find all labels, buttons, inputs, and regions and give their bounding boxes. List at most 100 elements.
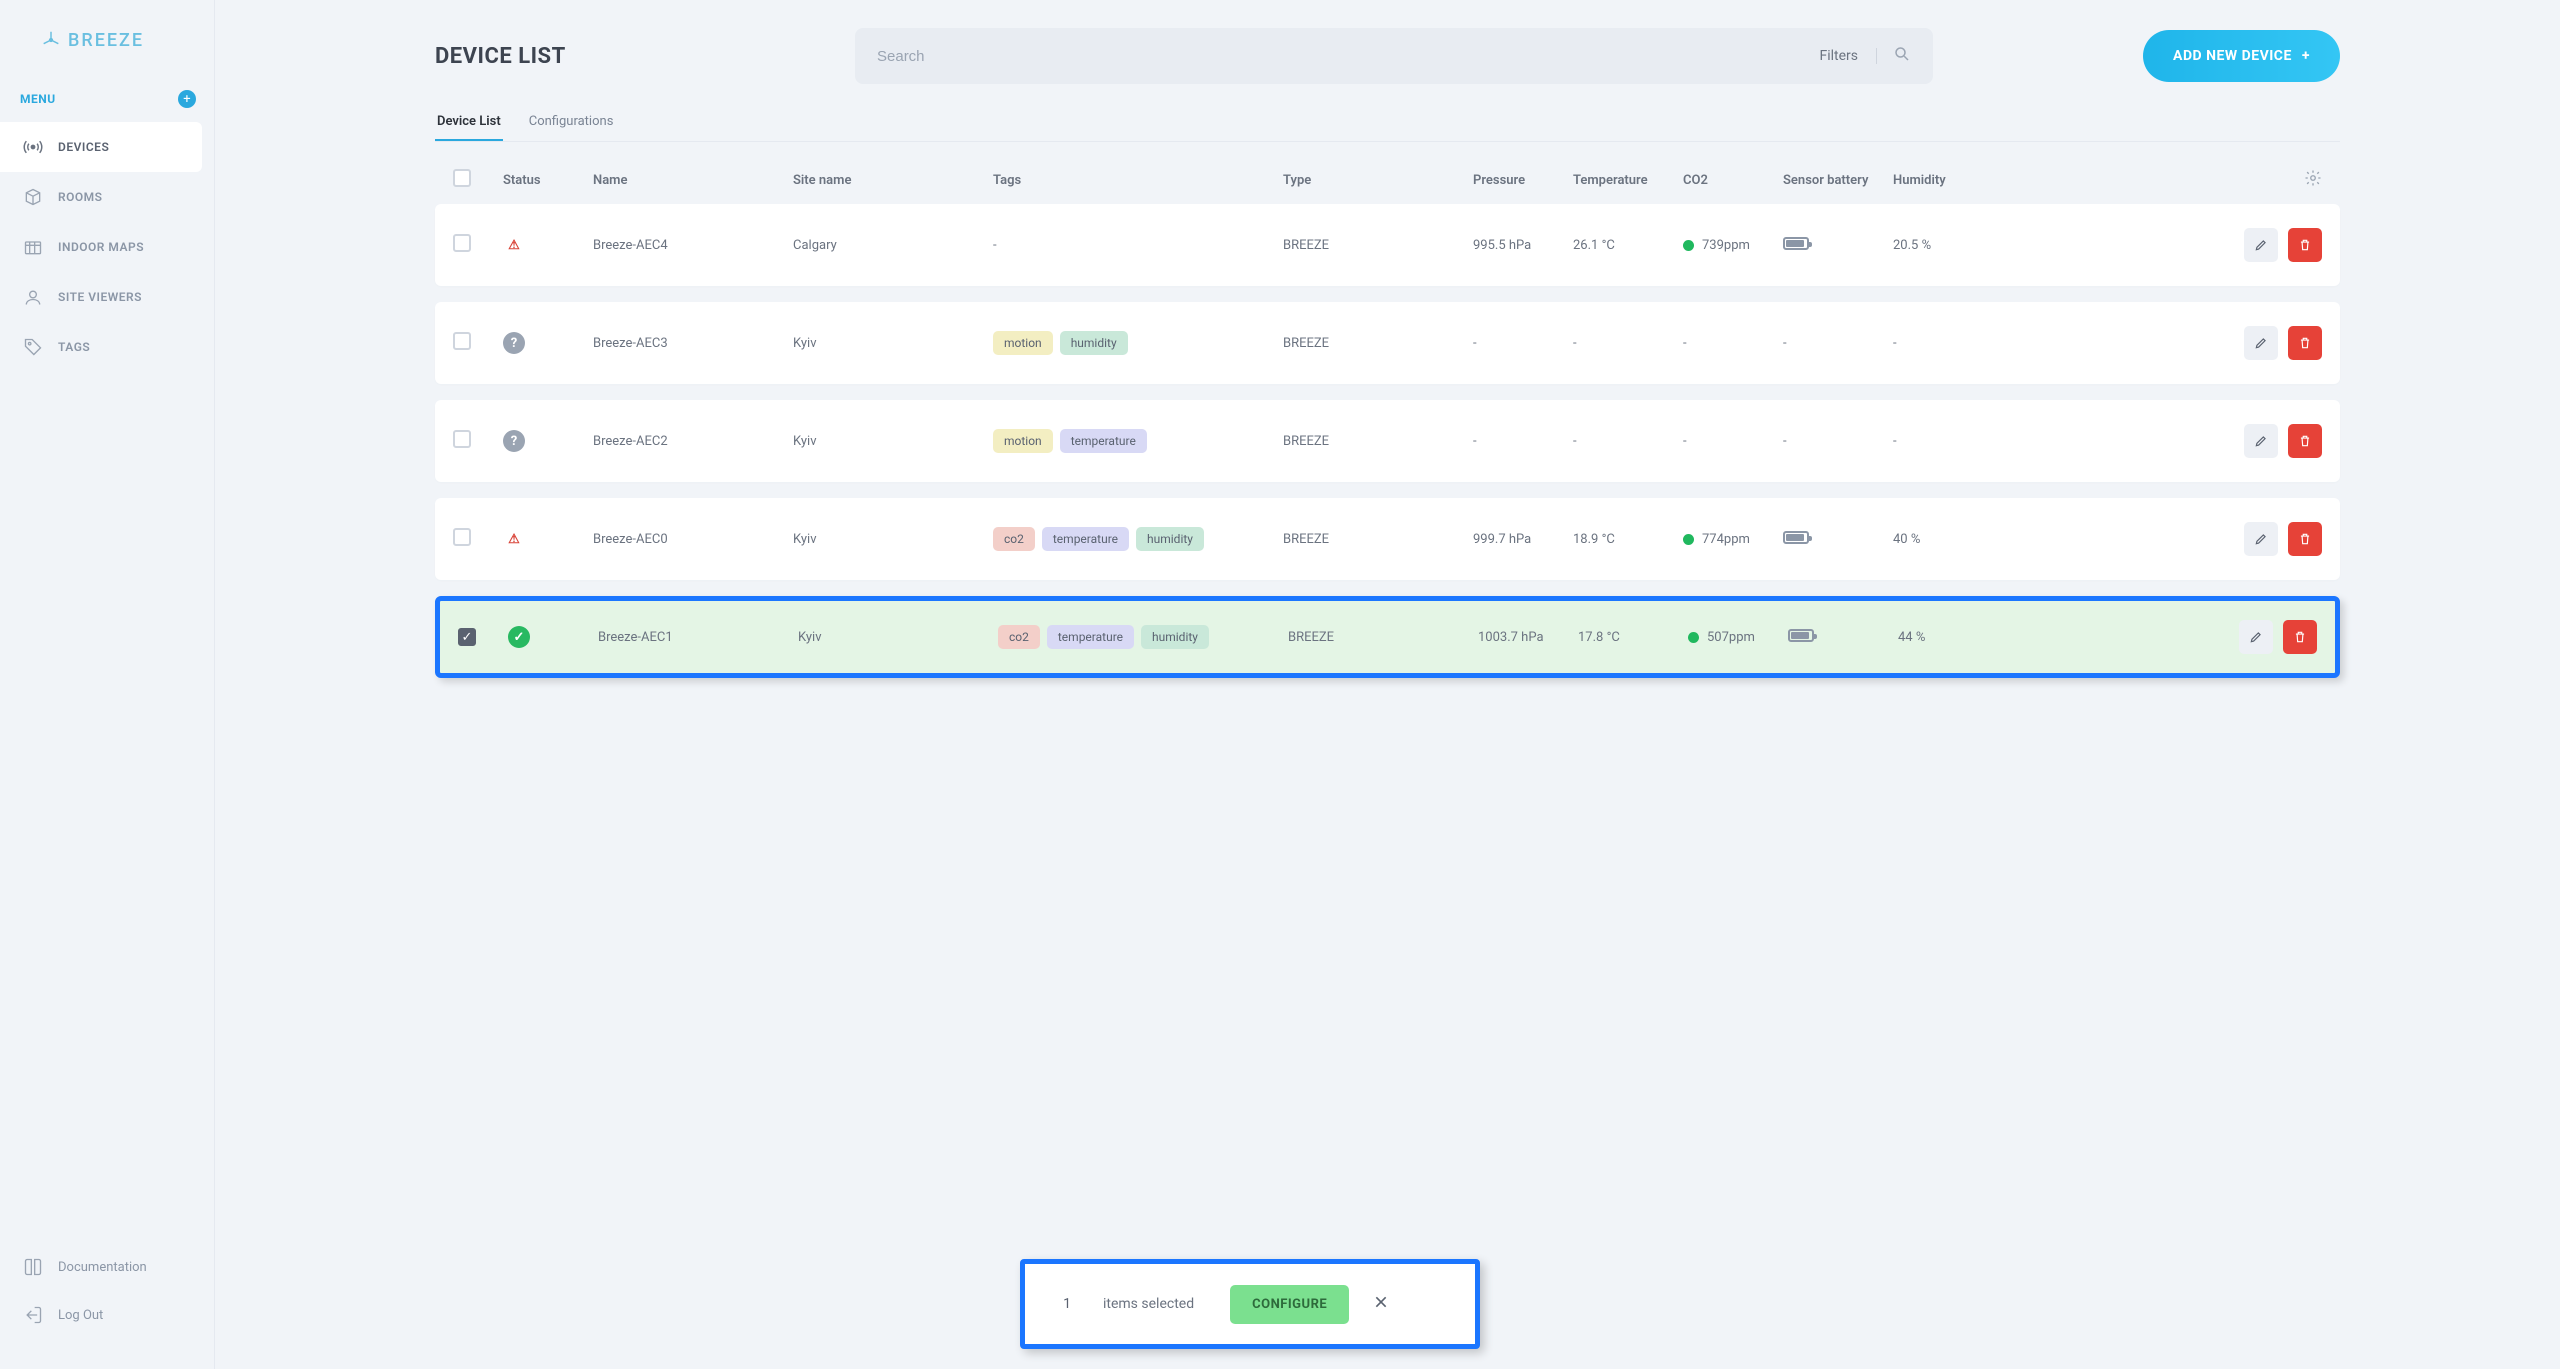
cell-pressure: 1003.7 hPa (1478, 630, 1578, 645)
footer-item-documentation[interactable]: Documentation (0, 1243, 214, 1291)
selection-text: items selected (1103, 1296, 1194, 1312)
col-tags: Tags (993, 173, 1283, 188)
cell-co2-value: - (1683, 336, 1687, 351)
menu-add-button[interactable]: + (178, 90, 196, 108)
co2-dot-icon (1683, 240, 1694, 251)
edit-button[interactable] (2244, 424, 2278, 458)
table-row[interactable]: ✓✓Breeze-AEC1Kyivco2temperaturehumidityB… (435, 596, 2340, 678)
selection-bar: 1 items selected CONFIGURE (1020, 1259, 1480, 1349)
delete-button[interactable] (2288, 424, 2322, 458)
cell-temperature: - (1573, 434, 1683, 449)
status-unknown-icon: ? (503, 332, 525, 354)
footer-label: Documentation (58, 1260, 147, 1275)
cell-site: Kyiv (793, 532, 993, 547)
footer-item-log-out[interactable]: Log Out (0, 1291, 214, 1339)
status-warn-icon: ⚠ (503, 528, 525, 550)
col-status: Status (503, 173, 593, 188)
search-box[interactable]: Filters (855, 28, 1933, 84)
search-input[interactable] (877, 48, 1820, 65)
book-icon (22, 1256, 44, 1278)
user-icon (22, 286, 44, 308)
nav-label: ROOMS (58, 190, 103, 204)
search-icon[interactable] (1893, 45, 1911, 67)
cell-type: BREEZE (1283, 336, 1473, 351)
cell-humidity: - (1893, 336, 2013, 351)
table-header: Status Name Site name Tags Type Pressure… (435, 156, 2340, 204)
cell-site: Kyiv (798, 630, 998, 645)
tag-icon (22, 336, 44, 358)
edit-button[interactable] (2244, 522, 2278, 556)
cell-tags: motiontemperature (993, 429, 1283, 453)
filters-button[interactable]: Filters (1820, 48, 1878, 64)
row-checkbox[interactable]: ✓ (458, 628, 476, 646)
cell-pressure: 999.7 hPa (1473, 532, 1573, 547)
sidebar-item-indoor-maps[interactable]: INDOOR MAPS (0, 222, 214, 272)
sidebar-item-site-viewers[interactable]: SITE VIEWERS (0, 272, 214, 322)
table-settings-button[interactable] (2013, 169, 2322, 191)
row-checkbox[interactable] (453, 528, 471, 546)
status-ok-icon: ✓ (508, 626, 530, 648)
row-actions (2018, 620, 2317, 654)
cell-tags: motion humidity (993, 331, 1283, 355)
cell-humidity: 44 % (1898, 630, 2018, 645)
cell-tags: co2temperaturehumidity (993, 527, 1283, 551)
page-title: DEVICE LIST (435, 44, 825, 69)
tag-motion: motion (993, 331, 1053, 355)
sidebar: BREEZE MENU + DEVICES ROOMS INDOOR MAPS SIT… (0, 0, 215, 1369)
nav-label: DEVICES (58, 140, 109, 154)
sidebar-item-devices[interactable]: DEVICES (0, 122, 202, 172)
tab-device-list[interactable]: Device List (435, 104, 503, 141)
device-table: Status Name Site name Tags Type Pressure… (435, 156, 2340, 678)
add-device-button[interactable]: ADD NEW DEVICE + (2143, 30, 2340, 82)
table-row[interactable]: ⚠Breeze-AEC4Calgary-BREEZE995.5 hPa26.1 … (435, 204, 2340, 286)
edit-button[interactable] (2244, 228, 2278, 262)
selection-close-button[interactable] (1373, 1294, 1389, 1314)
cell-name: Breeze-AEC3 (593, 336, 793, 351)
col-co2: CO2 (1683, 173, 1783, 188)
sidebar-footer: Documentation Log Out (0, 1243, 214, 1369)
row-actions (2013, 424, 2322, 458)
cell-co2-value: 507ppm (1707, 630, 1755, 645)
cell-site: Kyiv (793, 336, 993, 351)
cell-co2: - (1683, 336, 1783, 351)
nav-label: SITE VIEWERS (58, 290, 142, 304)
delete-button[interactable] (2283, 620, 2317, 654)
delete-button[interactable] (2288, 326, 2322, 360)
nav: DEVICES ROOMS INDOOR MAPS SITE VIEWERS TAGS (0, 118, 214, 376)
sidebar-item-tags[interactable]: TAGS (0, 322, 214, 372)
row-checkbox[interactable] (453, 234, 471, 252)
map-icon (22, 236, 44, 258)
cell-type: BREEZE (1288, 630, 1478, 645)
delete-button[interactable] (2288, 228, 2322, 262)
cell-battery (1783, 531, 1893, 548)
table-row[interactable]: ?Breeze-AEC3KyivmotionhumidityBREEZE----… (435, 302, 2340, 384)
status-warn-icon: ⚠ (503, 234, 525, 256)
cell-pressure: 995.5 hPa (1473, 238, 1573, 253)
edit-button[interactable] (2239, 620, 2273, 654)
configure-button[interactable]: CONFIGURE (1230, 1285, 1349, 1324)
select-all-checkbox[interactable] (453, 169, 471, 187)
status-unknown-icon: ? (503, 430, 525, 452)
tag-humidity: humidity (1060, 331, 1128, 355)
sidebar-item-rooms[interactable]: ROOMS (0, 172, 214, 222)
cell-battery: - (1783, 434, 1893, 449)
table-row[interactable]: ?Breeze-AEC2KyivmotiontemperatureBREEZE-… (435, 400, 2340, 482)
col-humidity: Humidity (1893, 173, 2013, 188)
cell-co2-value: 739ppm (1702, 238, 1750, 253)
logout-icon (22, 1304, 44, 1326)
row-checkbox[interactable] (453, 332, 471, 350)
menu-header: MENU + (0, 80, 214, 118)
row-checkbox[interactable] (453, 430, 471, 448)
tag-temperature: temperature (1060, 429, 1147, 453)
tab-configurations[interactable]: Configurations (527, 104, 616, 141)
delete-button[interactable] (2288, 522, 2322, 556)
tag-co2: co2 (998, 625, 1040, 649)
logo-text: BREEZE (68, 30, 144, 51)
selection-count: 1 (1049, 1286, 1085, 1322)
col-type: Type (1283, 173, 1473, 188)
edit-button[interactable] (2244, 326, 2278, 360)
table-row[interactable]: ⚠Breeze-AEC0Kyivco2temperaturehumidityBR… (435, 498, 2340, 580)
cell-temperature: 18.9 °C (1573, 532, 1683, 547)
add-device-label: ADD NEW DEVICE (2173, 48, 2292, 64)
broadcast-icon (22, 136, 44, 158)
